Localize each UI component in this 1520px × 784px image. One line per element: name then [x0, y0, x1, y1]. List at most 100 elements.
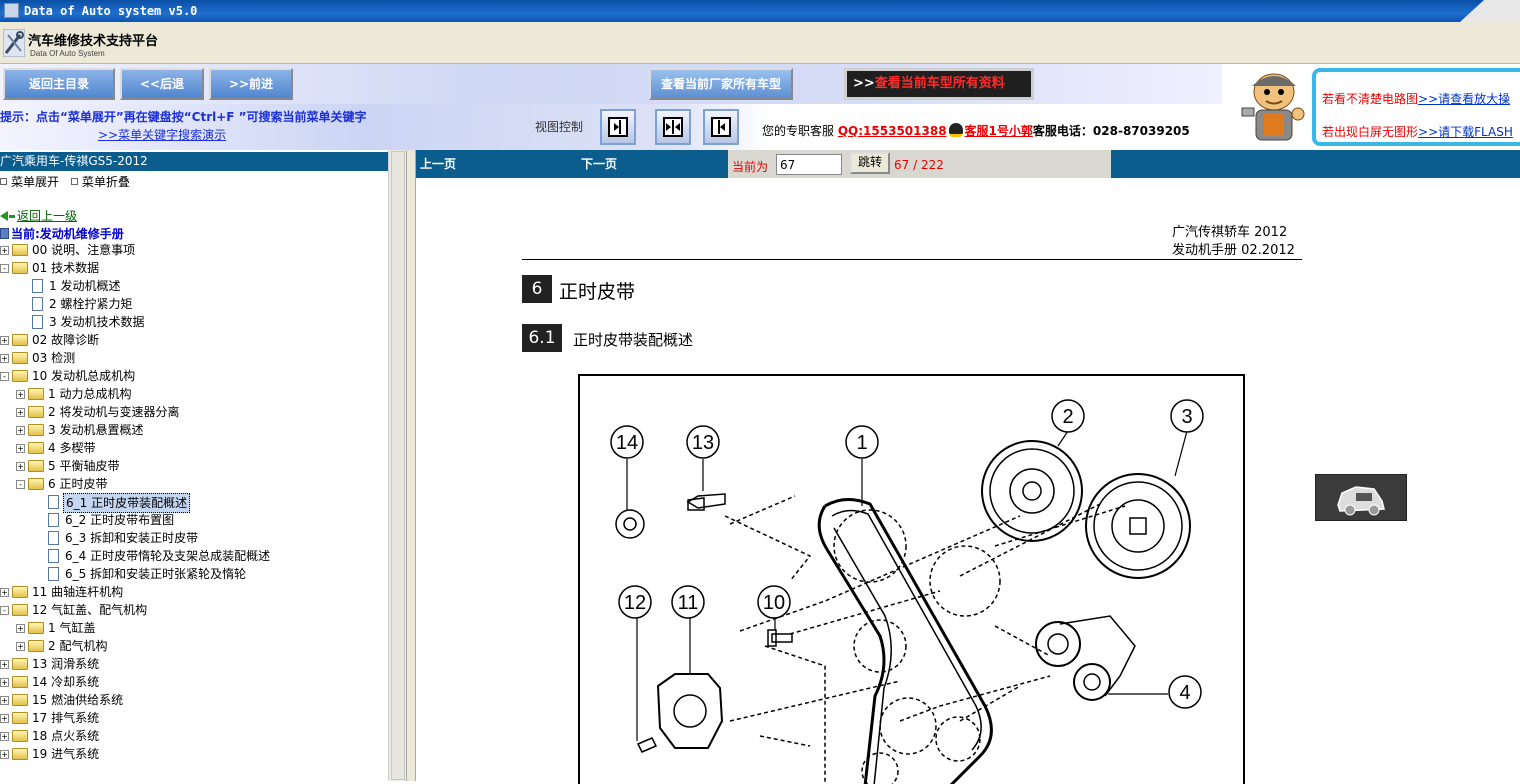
tree-node[interactable]: 2 螺栓拧紧力矩 [0, 295, 386, 313]
menu-collapse-button[interactable]: 菜单折叠 [82, 175, 130, 189]
tree-node[interactable]: +5 平衡轴皮带 [0, 457, 386, 475]
tree-node-label[interactable]: 2 螺栓拧紧力矩 [47, 295, 134, 313]
tree-node-label[interactable]: 1 发动机概述 [47, 277, 122, 295]
tree-node[interactable]: +2 配气机构 [0, 637, 386, 655]
menu-expand-button[interactable]: 菜单展开 [11, 175, 59, 189]
expand-toggle-icon[interactable]: + [16, 642, 25, 651]
tree-node[interactable]: +19 进气系统 [0, 745, 386, 763]
tree-node-label[interactable]: 1 气缸盖 [46, 619, 97, 637]
tree-node-label[interactable]: 01 技术数据 [30, 259, 101, 277]
tree-node[interactable]: +15 燃油供给系统 [0, 691, 386, 709]
tree-node[interactable]: +00 说明、注意事项 [0, 241, 386, 259]
tree-node-label[interactable]: 1 动力总成机构 [46, 385, 133, 403]
tree-node[interactable]: +13 润滑系统 [0, 655, 386, 673]
tree-node-label[interactable]: 3 发动机悬置概述 [46, 421, 145, 439]
all-models-button[interactable]: 查看当前厂家所有车型 [649, 68, 793, 100]
tree-node[interactable]: +17 排气系统 [0, 709, 386, 727]
tree-node[interactable]: - 6 正时皮带 [0, 475, 386, 493]
expand-toggle-icon[interactable]: + [0, 714, 9, 723]
expand-toggle-icon[interactable]: + [16, 624, 25, 633]
search-demo-link[interactable]: >>菜单关键字搜索演示 [98, 126, 226, 143]
expand-toggle-icon[interactable]: + [0, 336, 9, 345]
tree-node[interactable]: +14 冷却系统 [0, 673, 386, 691]
jump-button[interactable]: 跳转 [850, 152, 890, 174]
tree-node-label[interactable]: 6_4 正时皮带惰轮及支架总成装配概述 [63, 547, 272, 565]
expand-toggle-icon[interactable]: + [0, 588, 9, 597]
tree-node[interactable]: - 01 技术数据 [0, 259, 386, 277]
tree-node-label[interactable]: 6_2 正时皮带布置图 [63, 511, 176, 529]
tree-node[interactable]: +1 气缸盖 [0, 619, 386, 637]
tree-node-label[interactable]: 12 气缸盖、配气机构 [30, 601, 149, 619]
collapse-toggle-icon[interactable]: - [0, 372, 9, 381]
zoom-help-link[interactable]: >>请查看放大操 [1418, 92, 1510, 106]
view-split-button[interactable] [655, 109, 691, 145]
back-button[interactable]: <<后退 [120, 68, 204, 100]
expand-toggle-icon[interactable]: + [16, 462, 25, 471]
collapse-toggle-icon[interactable]: - [0, 606, 9, 615]
tree-node-label[interactable]: 3 发动机技术数据 [47, 313, 146, 331]
tree-node[interactable]: +1 动力总成机构 [0, 385, 386, 403]
expand-toggle-icon[interactable]: + [16, 426, 25, 435]
agent-link[interactable]: 客服1号小郭 [965, 124, 1033, 138]
tree-node-label[interactable]: 19 进气系统 [30, 745, 101, 763]
sidebar-scrollbar-thumb[interactable] [391, 151, 405, 780]
tree-node[interactable]: - 12 气缸盖、配气机构 [0, 601, 386, 619]
tree-node-label[interactable]: 6_5 拆卸和安装正时张紧轮及惰轮 [63, 565, 248, 583]
prev-page-link[interactable]: 上一页 [420, 155, 456, 172]
expand-toggle-icon[interactable]: + [0, 732, 9, 741]
expand-toggle-icon[interactable]: + [0, 696, 9, 705]
tree-node-label[interactable]: 00 说明、注意事项 [30, 241, 137, 259]
forward-button[interactable]: >>前进 [209, 68, 293, 100]
tree-node[interactable]: +11 曲轴连杆机构 [0, 583, 386, 601]
tree-node[interactable]: +02 故障诊断 [0, 331, 386, 349]
tree-node-label[interactable]: 14 冷却系统 [30, 673, 101, 691]
tree-node-label[interactable]: 02 故障诊断 [30, 331, 101, 349]
expand-toggle-icon[interactable]: + [16, 408, 25, 417]
tree-node[interactable]: 6_5 拆卸和安装正时张紧轮及惰轮 [0, 565, 386, 583]
next-page-link[interactable]: 下一页 [581, 155, 617, 172]
tree-node-label[interactable]: 2 将发动机与变速器分离 [46, 403, 181, 421]
tree-node[interactable]: +03 检测 [0, 349, 386, 367]
tree-node[interactable]: 3 发动机技术数据 [0, 313, 386, 331]
tree-node-label[interactable]: 2 配气机构 [46, 637, 109, 655]
expand-toggle-icon[interactable]: + [16, 390, 25, 399]
home-button[interactable]: 返回主目录 [3, 68, 115, 100]
expand-toggle-icon[interactable]: + [0, 750, 9, 759]
tree-node-label[interactable]: 17 排气系统 [30, 709, 101, 727]
qq-link[interactable]: QQ:1553501388 [838, 124, 947, 138]
expand-toggle-icon[interactable]: + [0, 660, 9, 669]
tree-node[interactable]: +4 多楔带 [0, 439, 386, 457]
view-left-panel-button[interactable] [600, 109, 636, 145]
tree-node-label[interactable]: 10 发动机总成机构 [30, 367, 137, 385]
tree-node[interactable]: 6_4 正时皮带惰轮及支架总成装配概述 [0, 547, 386, 565]
tree-node-label[interactable]: 5 平衡轴皮带 [46, 457, 121, 475]
tree-node[interactable]: +18 点火系统 [0, 727, 386, 745]
tree-node-label[interactable]: 03 检测 [30, 349, 77, 367]
tree-node[interactable]: - 10 发动机总成机构 [0, 367, 386, 385]
tree-node[interactable]: 6_3 拆卸和安装正时皮带 [0, 529, 386, 547]
tree-node[interactable]: 6_2 正时皮带布置图 [0, 511, 386, 529]
panel-divider[interactable] [406, 150, 416, 781]
tree-node-label[interactable]: 13 润滑系统 [30, 655, 101, 673]
back-up-link[interactable]: 返回上一级 [0, 207, 77, 224]
tree-node[interactable]: 6_1 正时皮带装配概述 [0, 493, 386, 513]
expand-toggle-icon[interactable]: + [0, 678, 9, 687]
collapse-toggle-icon[interactable]: - [16, 480, 25, 489]
tree-node[interactable]: +2 将发动机与变速器分离 [0, 403, 386, 421]
tree-node-label[interactable]: 6 正时皮带 [46, 475, 109, 493]
tree-node-label-selected[interactable]: 6_1 正时皮带装配概述 [63, 493, 191, 513]
tree-node-label[interactable]: 11 曲轴连杆机构 [30, 583, 125, 601]
expand-toggle-icon[interactable]: + [0, 246, 9, 255]
tree-node-label[interactable]: 18 点火系统 [30, 727, 101, 745]
tree-node-label[interactable]: 6_3 拆卸和安装正时皮带 [63, 529, 200, 547]
tree-node-label[interactable]: 4 多楔带 [46, 439, 97, 457]
tree-node[interactable]: +3 发动机悬置概述 [0, 421, 386, 439]
car-float-button[interactable] [1315, 474, 1407, 521]
expand-toggle-icon[interactable]: + [0, 354, 9, 363]
tree-node[interactable]: 1 发动机概述 [0, 277, 386, 295]
expand-toggle-icon[interactable]: + [16, 444, 25, 453]
tree-node-label[interactable]: 15 燃油供给系统 [30, 691, 125, 709]
view-right-panel-button[interactable] [703, 109, 739, 145]
collapse-toggle-icon[interactable]: - [0, 264, 9, 273]
flash-download-link[interactable]: >>请下载FLASH [1418, 125, 1513, 139]
